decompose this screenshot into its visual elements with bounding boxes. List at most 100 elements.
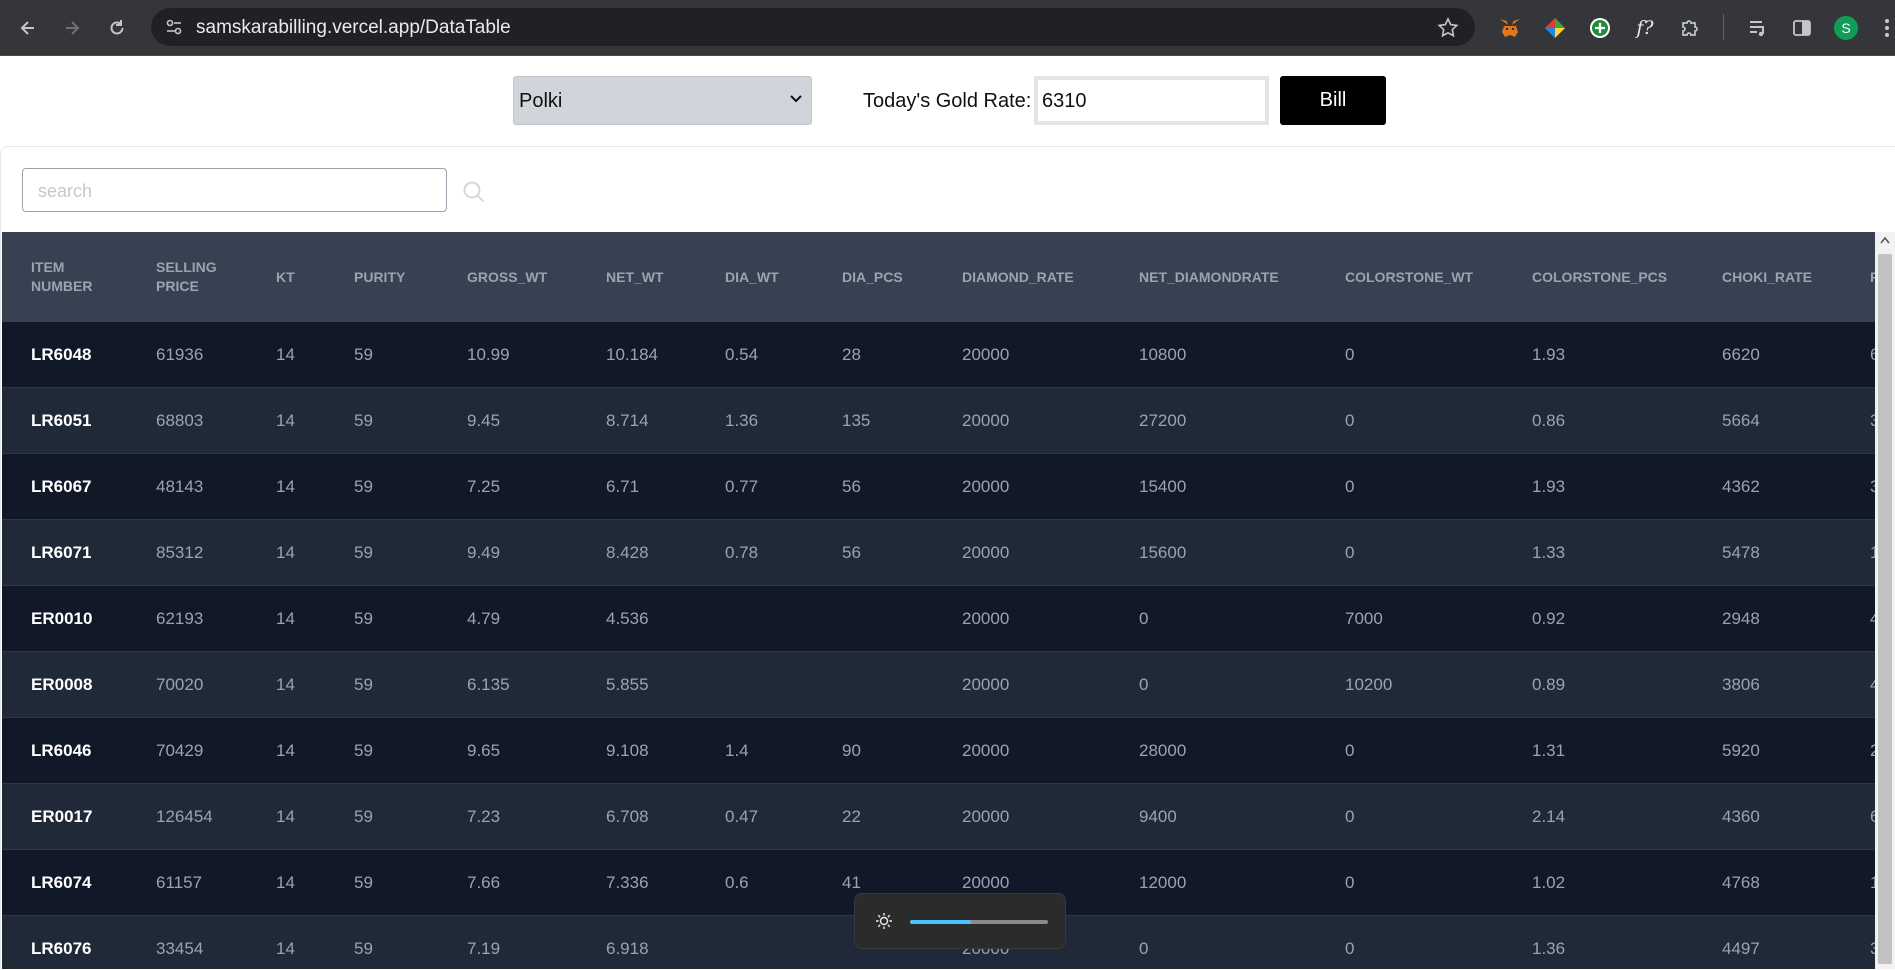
- column-header[interactable]: KT: [276, 232, 326, 322]
- table-cell: 0: [1345, 741, 1355, 760]
- side-panel-icon[interactable]: [1787, 13, 1817, 43]
- table-cell: 7.336: [606, 873, 649, 892]
- table-row[interactable]: ER0010 62193 14 59 4.79 4.536 20000 0 7000 0.92 29…: [2, 586, 1875, 652]
- url-text: samskarabilling.vercel.app/DataTable: [196, 17, 511, 38]
- vertical-scrollbar[interactable]: [1875, 232, 1895, 969]
- column-header[interactable]: ITEM NUMBER: [31, 232, 119, 322]
- table-cell: 0.47: [725, 807, 759, 826]
- gold-rate-input[interactable]: 6310: [1034, 76, 1269, 125]
- table-cell: 14: [276, 807, 295, 826]
- reload-icon: [110, 20, 124, 35]
- table-cell: 70020: [156, 675, 204, 694]
- table-cell: 4.79: [467, 609, 501, 628]
- item-number-cell: LR6076: [31, 939, 92, 958]
- gold-rate-label: Today's Gold Rate:: [863, 90, 1032, 112]
- column-header[interactable]: GROSS_WT: [467, 232, 557, 322]
- table-cell: 10800: [1139, 345, 1187, 364]
- metamask-extension-icon[interactable]: [1495, 13, 1525, 43]
- table-cell: 0: [1139, 675, 1149, 694]
- table-cell: 0: [1139, 939, 1149, 958]
- column-header[interactable]: COLORSTONE_WT: [1345, 232, 1495, 322]
- table-cell: 15600: [1139, 543, 1187, 562]
- table-row[interactable]: LR6067 48143 14 59 7.25 6.71 0.77 56 20000 15400 0…: [2, 454, 1875, 520]
- column-header[interactable]: DIA_WT: [725, 232, 805, 322]
- table-cell: 6620: [1722, 345, 1760, 364]
- table-cell: 10200: [1345, 675, 1393, 694]
- table-row[interactable]: ER0008 70020 14 59 6.135 5.855 20000 0 10200 0.89…: [2, 652, 1875, 718]
- bookmark-star-icon[interactable]: [1437, 17, 1459, 39]
- profile-avatar[interactable]: S: [1831, 13, 1861, 43]
- table-cell: 1.93: [1532, 477, 1566, 496]
- item-number-cell: LR6051: [31, 411, 92, 430]
- search-icon[interactable]: [462, 180, 486, 204]
- brightness-slider[interactable]: [910, 920, 1048, 924]
- search-input[interactable]: search: [22, 168, 447, 212]
- add-circle-extension-icon[interactable]: [1585, 13, 1615, 43]
- table-cell: 1.36: [1532, 939, 1566, 958]
- column-header[interactable]: COLORSTONE_PCS: [1532, 232, 1682, 322]
- forward-button[interactable]: [58, 14, 86, 42]
- table-cell: 48143: [156, 477, 204, 496]
- table-cell: 27200: [1139, 411, 1187, 430]
- table-row[interactable]: LR6071 85312 14 59 9.49 8.428 0.78 56 20000 15600…: [2, 520, 1875, 586]
- search-placeholder: search: [38, 181, 93, 201]
- table-cell: 8.714: [606, 411, 649, 430]
- table-cell: 14: [276, 609, 295, 628]
- address-bar[interactable]: samskarabilling.vercel.app/DataTable: [151, 8, 1475, 46]
- table-cell: 59: [354, 939, 373, 958]
- table-row[interactable]: LR6046 70429 14 59 9.65 9.108 1.4 90 20000 28000 0…: [2, 718, 1875, 784]
- table-cell: 20000: [962, 741, 1010, 760]
- column-header[interactable]: NET_WT: [606, 232, 686, 322]
- table-cell: 7.19: [467, 939, 501, 958]
- table-cell: 5664: [1722, 411, 1760, 430]
- table-cell: 7.23: [467, 807, 501, 826]
- column-header[interactable]: DIAMOND_RATE: [962, 232, 1092, 322]
- reload-button[interactable]: [103, 14, 131, 42]
- table-cell: 9.65: [467, 741, 501, 760]
- table-cell: 20000: [962, 345, 1010, 364]
- table-cell: 126454: [156, 807, 213, 826]
- site-settings-icon: [166, 19, 182, 35]
- table-cell: 135: [842, 411, 871, 430]
- item-number-cell: LR6074: [31, 873, 92, 892]
- reading-list-icon[interactable]: [1743, 13, 1773, 43]
- category-select[interactable]: Polki: [513, 76, 812, 125]
- table-cell: 90: [842, 741, 861, 760]
- table-cell: 61936: [156, 345, 204, 364]
- table-cell: 14: [276, 741, 295, 760]
- table-cell: 59: [354, 543, 373, 562]
- table-cell: 28000: [1139, 741, 1187, 760]
- formula-extension-icon[interactable]: f?: [1630, 13, 1660, 43]
- scrollbar-thumb[interactable]: [1878, 254, 1892, 964]
- table-cell: 4.536: [606, 609, 649, 628]
- item-number-cell: ER0010: [31, 609, 93, 628]
- item-number-cell: LR6067: [31, 477, 92, 496]
- table-cell: 9400: [1139, 807, 1177, 826]
- table-cell: 10.184: [606, 345, 658, 364]
- scroll-up-arrow-icon[interactable]: [1880, 236, 1890, 244]
- column-header[interactable]: NET_DIAMONDRATE: [1139, 232, 1309, 322]
- browser-menu-icon[interactable]: [1872, 13, 1895, 43]
- back-button[interactable]: [14, 14, 42, 42]
- forward-arrow-icon: [66, 21, 80, 35]
- extensions-puzzle-icon[interactable]: [1675, 13, 1705, 43]
- table-cell: 59: [354, 807, 373, 826]
- color-picker-extension-icon[interactable]: [1540, 13, 1570, 43]
- table-cell: 28: [842, 345, 861, 364]
- table-cell: 20000: [962, 675, 1010, 694]
- table-cell: 14: [276, 477, 295, 496]
- table-row[interactable]: ER0017 126454 14 59 7.23 6.708 0.47 22 20000 9400…: [2, 784, 1875, 850]
- column-header[interactable]: PURITY: [354, 232, 424, 322]
- column-header[interactable]: SELLING PRICE: [156, 232, 234, 322]
- item-number-cell: LR6046: [31, 741, 92, 760]
- table-cell: 59: [354, 675, 373, 694]
- bill-button[interactable]: Bill: [1280, 76, 1386, 125]
- column-header[interactable]: CHOKI_RATE: [1722, 232, 1842, 322]
- column-header[interactable]: DIA_PCS: [842, 232, 922, 322]
- table-cell: 9.49: [467, 543, 501, 562]
- table-cell: 2.14: [1532, 807, 1566, 826]
- table-cell: 14: [276, 543, 295, 562]
- table-cell: 1.31: [1532, 741, 1566, 760]
- table-row[interactable]: LR6048 61936 14 59 10.99 10.184 0.54 28 20000 108…: [2, 322, 1875, 388]
- table-row[interactable]: LR6051 68803 14 59 9.45 8.714 1.36 135 20000 2720…: [2, 388, 1875, 454]
